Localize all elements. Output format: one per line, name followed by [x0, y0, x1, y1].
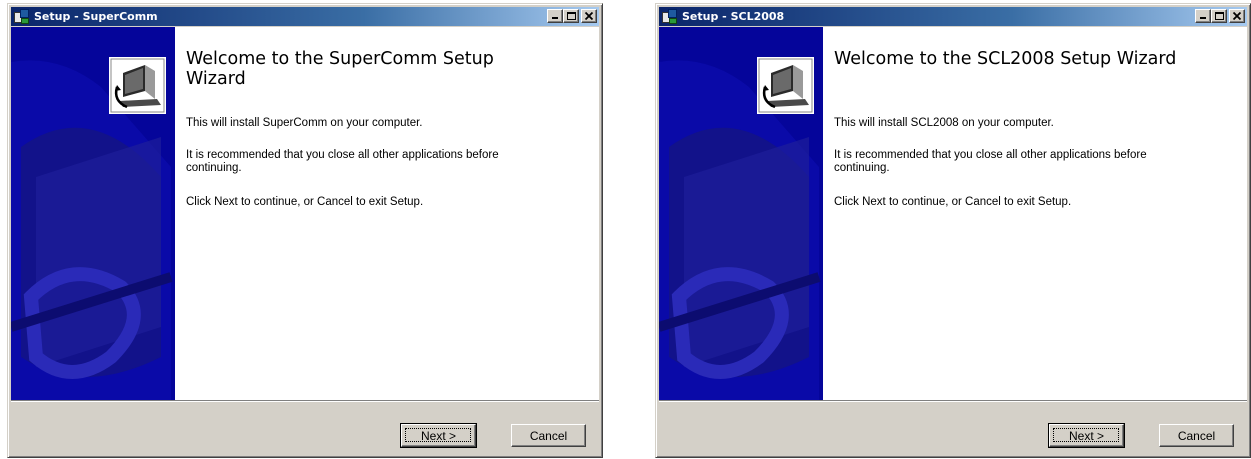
minimize-button[interactable] — [1195, 9, 1211, 23]
next-button[interactable]: Next > — [400, 423, 477, 448]
continue-message: Click Next to continue, or Cancel to exi… — [186, 196, 424, 208]
window-controls — [1195, 9, 1245, 23]
setup-app-icon[interactable] — [14, 8, 30, 25]
close-apps-message: It is recommended that you close all oth… — [186, 149, 499, 174]
close-icon — [584, 11, 594, 21]
button-bar: Next > Cancel — [659, 400, 1247, 454]
focus-rectangle — [405, 428, 471, 442]
wizard-banner-image — [11, 27, 175, 400]
minimize-button[interactable] — [547, 9, 563, 23]
computer-install-icon — [757, 57, 814, 114]
minimize-icon — [552, 17, 558, 19]
next-button[interactable]: Next > — [1048, 423, 1125, 448]
maximize-button[interactable] — [1211, 9, 1227, 23]
window-title: Setup - SuperComm — [34, 10, 158, 23]
welcome-heading: Welcome to the SuperComm Setup Wizard — [186, 49, 494, 89]
install-message: This will install SuperComm on your comp… — [186, 117, 423, 129]
setup-wizard-window-supercomm: Setup - SuperComm Welcome to the SuperCo… — [7, 3, 603, 458]
wizard-banner-image — [659, 27, 823, 400]
title-bar[interactable]: Setup - SCL2008 — [659, 7, 1247, 26]
minimize-icon — [1200, 17, 1206, 19]
continue-message: Click Next to continue, or Cancel to exi… — [834, 196, 1072, 208]
close-icon — [1232, 11, 1242, 21]
maximize-icon — [1215, 12, 1224, 20]
wizard-content-panel: Welcome to the SCL2008 Setup Wizard This… — [823, 27, 1247, 400]
maximize-button[interactable] — [563, 9, 579, 23]
cancel-button[interactable]: Cancel — [1159, 424, 1234, 447]
welcome-heading: Welcome to the SCL2008 Setup Wizard — [834, 49, 1177, 69]
button-bar: Next > Cancel — [11, 400, 599, 454]
close-button[interactable] — [1229, 9, 1245, 23]
install-message: This will install SCL2008 on your comput… — [834, 117, 1054, 129]
setup-wizard-window-scl2008: Setup - SCL2008 Welcome to the SCL2008 S… — [655, 3, 1251, 458]
maximize-icon — [567, 12, 576, 20]
cancel-button-label: Cancel — [529, 428, 568, 443]
title-bar[interactable]: Setup - SuperComm — [11, 7, 599, 26]
focus-rectangle — [1053, 428, 1119, 442]
close-apps-message: It is recommended that you close all oth… — [834, 149, 1147, 174]
window-title: Setup - SCL2008 — [682, 10, 785, 23]
cancel-button-label: Cancel — [1177, 428, 1216, 443]
setup-app-icon[interactable] — [662, 8, 678, 25]
window-controls — [547, 9, 597, 23]
computer-install-icon — [109, 57, 166, 114]
close-button[interactable] — [581, 9, 597, 23]
cancel-button[interactable]: Cancel — [511, 424, 586, 447]
wizard-content-panel: Welcome to the SuperComm Setup Wizard Th… — [175, 27, 599, 400]
